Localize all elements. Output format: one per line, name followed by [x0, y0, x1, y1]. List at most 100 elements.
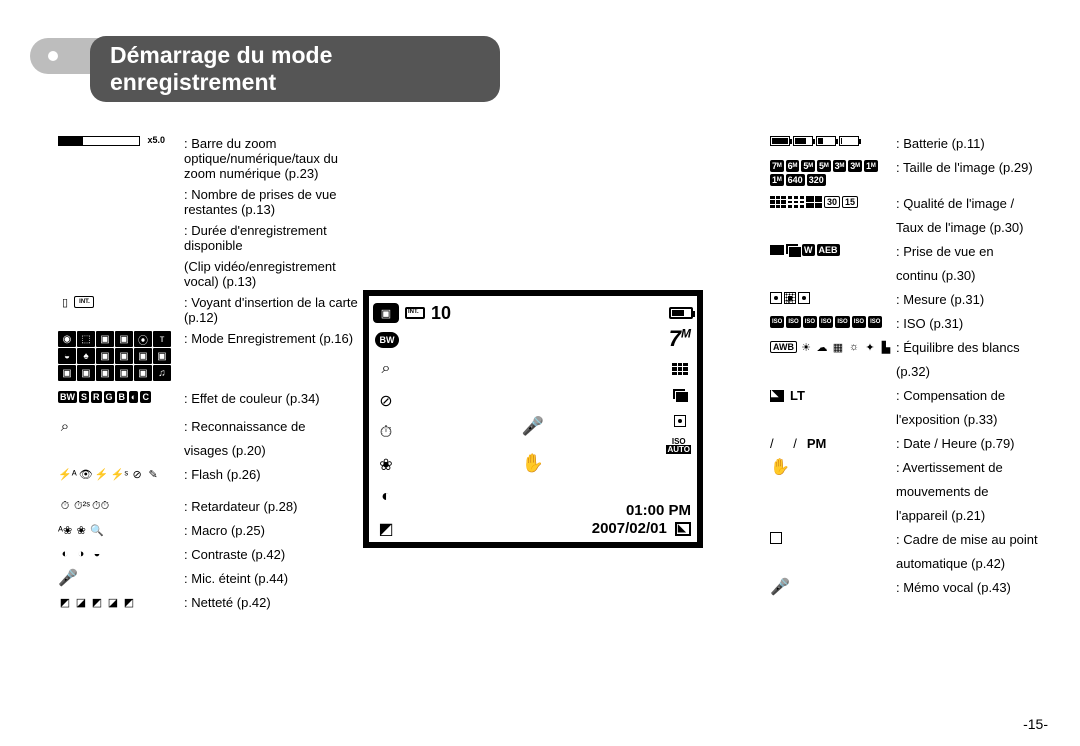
flash-text: Flash (p.26)	[184, 467, 358, 482]
lcd-shake-icon: ✋	[522, 453, 544, 474]
row-card: ▯ INT. Voyant d'insertion de la carte (p…	[58, 295, 358, 325]
sharp-3-icon: ◩	[90, 595, 104, 609]
zoom-bar-icon: x5.0	[58, 136, 140, 146]
blue-icon: B	[117, 391, 128, 403]
lcd-date: 2007/02/01	[592, 520, 667, 537]
row-timer: ⏱ ⏱²ˢ ⏱⏱ Retardateur (p.28)	[58, 499, 358, 517]
header-node-icon	[48, 51, 58, 61]
wb-fluorescent-h-icon: ▦	[831, 340, 845, 354]
face-text2: visages (p.20)	[184, 443, 358, 458]
af-frame-icon	[770, 532, 782, 544]
wb-cloudy-icon: ☁	[815, 340, 829, 354]
afframe-text1: Cadre de mise au point	[896, 532, 1055, 547]
row-color: BW S R G B ◐ C Effet de couleur (p.34)	[58, 391, 358, 409]
neg-icon: ◐	[129, 391, 138, 403]
macro-text: Macro (p.25)	[184, 523, 358, 538]
row-shots: Nombre de prises de vue restantes (p.13)	[58, 187, 358, 217]
quality-n-icon	[806, 196, 822, 208]
mode-text: Mode Enregistrement (p.16)	[184, 331, 358, 346]
drive-text1: Prise de vue en	[896, 244, 1055, 259]
page-number: -15-	[1023, 716, 1048, 732]
ev-text1: Compensation de	[896, 388, 1055, 403]
lcd-time: 01:00 PM	[592, 502, 691, 520]
row-ev2: l'exposition (p.33)	[770, 412, 1055, 430]
row-ev: LT Compensation de	[770, 388, 1055, 406]
sharp-4-icon: ◪	[106, 595, 120, 609]
row-face: ⌕ Reconnaissance de	[58, 419, 358, 437]
mode-grid-icon: ◉⬚▣▣⦿ᴛ ◒♠▣▣▣▣ ▣▣▣▣▣♫	[58, 331, 171, 381]
lcd-metering-icon	[669, 412, 691, 430]
quality-text2: Taux de l'image (p.30)	[896, 220, 1055, 235]
lcd-preview: ▣ 10 BW ⌕ ⊘ ⏱ ❀ ◐ ◩ 7M ISOAUTO 🎤 ✋	[363, 290, 713, 548]
lcd-drive-icon	[669, 386, 691, 404]
lcd-bottom: 01:00 PM 2007/02/01	[592, 502, 691, 538]
zoom-scale-label: x5.0	[147, 135, 165, 145]
row-metering: + Mesure (p.31)	[770, 292, 1055, 310]
sharp-5-icon: ◩	[122, 595, 136, 609]
lcd-bw-icon: BW	[375, 332, 399, 348]
flash-auto-icon: ⚡ᴬ	[58, 467, 77, 481]
row-contrast: ◐ ◑ ◒ Contraste (p.42)	[58, 547, 358, 565]
ev-icon	[770, 390, 784, 402]
iso-text: ISO (p.31)	[896, 316, 1055, 331]
lcd-mode-icon: ▣	[373, 303, 399, 323]
lcd-center-icons: 🎤 ✋	[522, 416, 544, 474]
super-macro-icon: 🔍	[90, 523, 104, 537]
single-shot-icon	[770, 245, 784, 255]
lcd-quality-icon	[669, 360, 691, 378]
row-duration2: (Clip vidéo/enregistrement vocal) (p.13)	[58, 259, 358, 289]
ev-lt-label: LT	[790, 388, 805, 403]
row-wb: AWB ☀ ☁ ▦ ☼ ✦ ▙ Équilibre des blancs	[770, 340, 1055, 358]
shake-text1: Avertissement de	[896, 460, 1055, 475]
flash-redeye-icon: 👁	[79, 467, 93, 481]
row-wb2: (p.32)	[770, 364, 1055, 382]
lcd-battery-icon	[669, 307, 693, 319]
sharp-text: Netteté (p.42)	[184, 595, 358, 610]
internal-memory-icon: INT.	[74, 296, 94, 308]
row-drive2: continu (p.30)	[770, 268, 1055, 286]
row-date: / / PM Date / Heure (p.79)	[770, 436, 1055, 454]
date-text: Date / Heure (p.79)	[896, 436, 1055, 451]
row-battery: Batterie (p.11)	[770, 136, 1055, 154]
lcd-sharp-icon: ◩	[375, 518, 397, 540]
shake-text3: l'appareil (p.21)	[896, 508, 1055, 523]
row-duration: Durée d'enregistrement disponible	[58, 223, 358, 253]
wb-awb-icon: AWB	[770, 341, 797, 353]
wb-custom-icon: ▙	[879, 340, 893, 354]
contrast-high-icon: ◒	[90, 547, 104, 561]
lcd-screen: ▣ 10 BW ⌕ ⊘ ⏱ ❀ ◐ ◩ 7M ISOAUTO 🎤 ✋	[363, 290, 703, 548]
lcd-left-icons: BW ⌕ ⊘ ⏱ ❀ ◐ ◩	[375, 332, 399, 540]
row-quality: 30 15 Qualité de l'image /	[770, 196, 1055, 214]
lcd-resolution: 7M	[669, 326, 691, 352]
green-icon: G	[104, 391, 115, 403]
row-drive: W AEB Prise de vue en	[770, 244, 1055, 262]
lcd-macro-icon: ❀	[375, 454, 397, 476]
row-zoom: x5.0 Barre du zoom optique/numérique/tau…	[58, 136, 358, 181]
left-column: x5.0 Barre du zoom optique/numérique/tau…	[58, 136, 358, 619]
quality-sf-icon	[770, 196, 786, 208]
row-afframe2: automatique (p.42)	[770, 556, 1055, 574]
flash-slow-icon: ⚡ˢ	[111, 467, 128, 481]
macro-auto-icon: ᴬ❀	[58, 523, 72, 537]
drive-text2: continu (p.30)	[896, 268, 1055, 283]
red-icon: R	[91, 391, 102, 403]
row-shake3: l'appareil (p.21)	[770, 508, 1055, 526]
metering-multi-icon	[770, 292, 782, 304]
row-macro: ᴬ❀ ❀ 🔍 Macro (p.25)	[58, 523, 358, 541]
flash-on-icon: ⚡	[95, 467, 109, 481]
voice-text: Mémo vocal (p.43)	[896, 580, 1055, 595]
ev-text2: l'exposition (p.33)	[896, 412, 1055, 427]
lcd-shots-remaining: 10	[431, 303, 451, 324]
custom-icon: C	[140, 391, 151, 403]
flash-off-icon: ⊘	[130, 467, 144, 481]
duration-text2: (Clip vidéo/enregistrement vocal) (p.13)	[184, 259, 358, 289]
quality-f-icon	[788, 196, 804, 208]
quality-text1: Qualité de l'image /	[896, 196, 1055, 211]
date-slashes: / /	[770, 436, 805, 451]
metering-center-icon: +	[784, 292, 796, 304]
date-pm: PM	[807, 436, 827, 451]
shake-warning-icon: ✋	[770, 460, 790, 474]
lcd-card-icon	[405, 307, 425, 319]
row-size: 7ᴹ 6ᴹ 5ᴹ 5ᴹ 3ᴹ 3ᴹ 1ᴹ 1ᴹ 640 320 Taille d…	[770, 160, 1055, 186]
row-mode: ◉⬚▣▣⦿ᴛ ◒♠▣▣▣▣ ▣▣▣▣▣♫ Mode Enregistrement…	[58, 331, 358, 381]
